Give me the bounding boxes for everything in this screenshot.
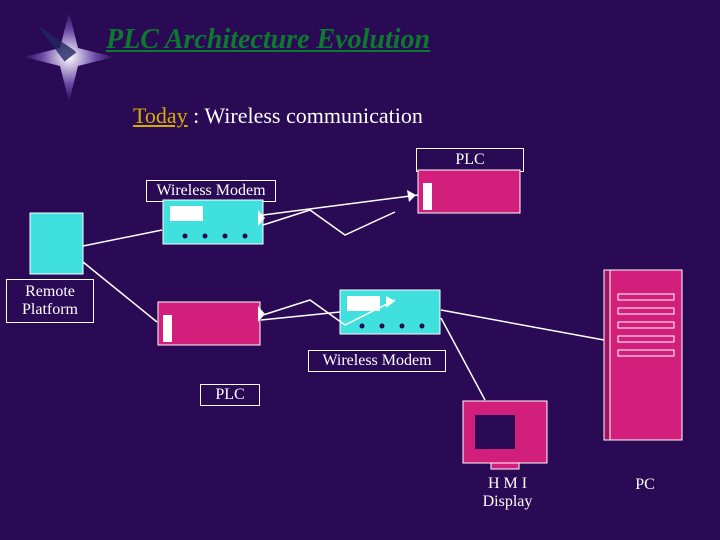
plc-bottom-shape	[158, 302, 260, 345]
label-pc: PC	[626, 475, 664, 495]
subtitle-today: Today	[133, 103, 188, 128]
subtitle: Today : Wireless communication	[133, 103, 423, 129]
plc-top-shape	[418, 170, 520, 213]
wireless-modem-top-shape	[163, 200, 263, 244]
subtitle-rest: : Wireless communication	[188, 103, 423, 128]
remote-platform-shape	[30, 213, 83, 274]
pc-tower-shape	[604, 270, 682, 440]
label-wireless-modem-top: Wireless Modem	[146, 180, 276, 202]
label-hmi-display: H M I Display	[469, 473, 546, 513]
label-remote-platform: Remote Platform	[6, 279, 94, 323]
star-decoration	[24, 12, 114, 102]
wireless-modem-bottom-shape	[340, 290, 440, 334]
label-wireless-modem-bottom: Wireless Modem	[308, 350, 446, 372]
label-plc-bottom: PLC	[200, 384, 260, 406]
label-plc-top: PLC	[416, 148, 524, 172]
page-title: PLC Architecture Evolution	[106, 24, 430, 56]
hmi-display-shape	[463, 401, 547, 469]
arrowheads	[258, 190, 416, 322]
